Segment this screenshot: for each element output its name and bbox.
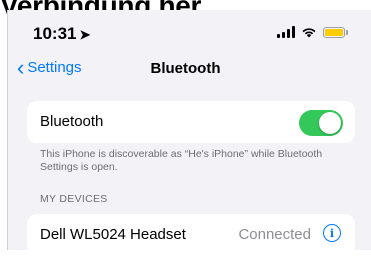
status-time: 10:31 ➤: [33, 24, 90, 44]
device-row[interactable]: Dell WL5024 Headset Connected i: [27, 214, 355, 256]
status-icons: [277, 26, 348, 38]
page-title: Bluetooth: [150, 60, 221, 77]
bluetooth-label: Bluetooth: [40, 113, 104, 130]
bluetooth-toggle[interactable]: [299, 110, 343, 136]
device-name: Dell WL5024 Headset: [40, 226, 186, 243]
discoverable-note: This iPhone is discoverable as “He's iPh…: [40, 148, 323, 173]
toggle-knob: [319, 112, 341, 134]
cellular-signal-icon: [277, 26, 295, 38]
info-icon[interactable]: i: [323, 224, 341, 242]
bluetooth-row: Bluetooth: [27, 101, 355, 143]
status-time-text: 10:31: [33, 24, 77, 43]
device-status: Connected: [238, 226, 311, 243]
battery-icon: [323, 26, 348, 38]
wifi-icon: [302, 28, 316, 38]
location-arrow-icon: ➤: [79, 27, 91, 42]
my-devices-header: MY DEVICES: [40, 193, 108, 205]
